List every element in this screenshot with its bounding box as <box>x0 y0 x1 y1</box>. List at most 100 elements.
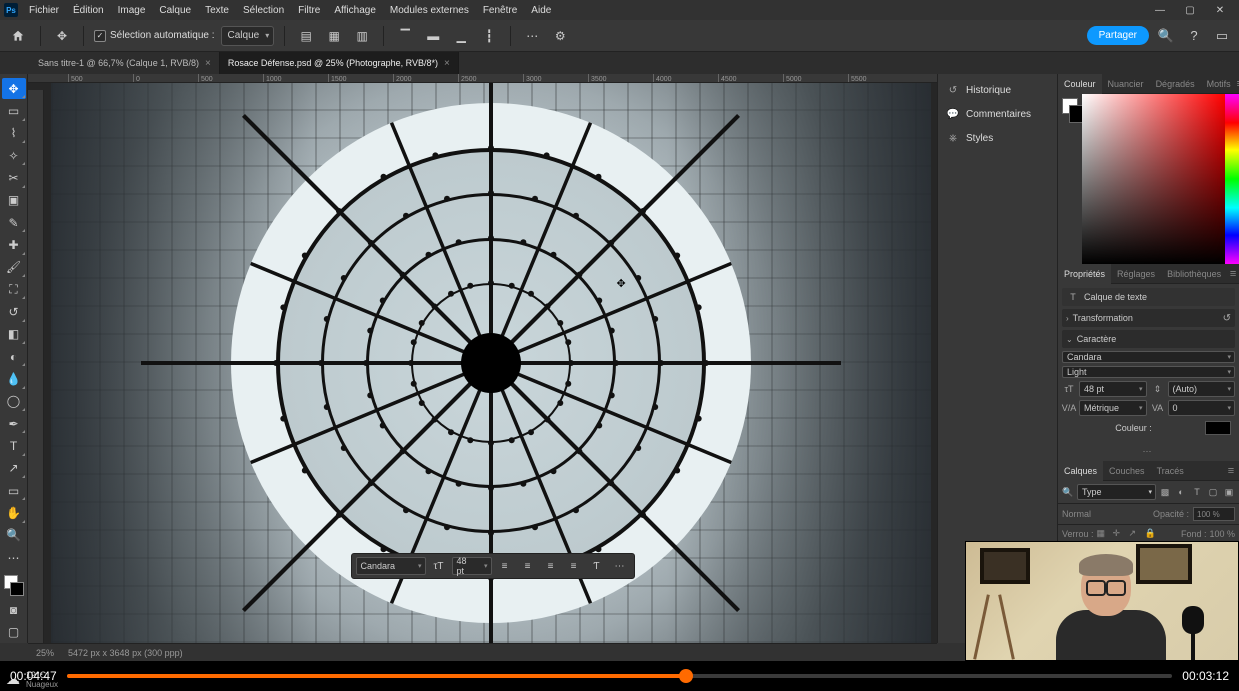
filter-adjust-icon[interactable]: ◐ <box>1174 485 1188 499</box>
panel-menu-icon[interactable]: ≡ <box>1223 465 1239 477</box>
filter-type-icon[interactable]: T <box>1190 485 1204 499</box>
tab-gradients[interactable]: Dégradés <box>1150 74 1201 94</box>
move-tool-icon[interactable]: ✥ <box>51 25 73 47</box>
video-seek-track[interactable] <box>67 674 1173 678</box>
dodge-tool[interactable]: ◯ <box>2 391 26 412</box>
hand-tool[interactable]: ✋ <box>2 502 26 523</box>
tab-swatches[interactable]: Nuancier <box>1102 74 1150 94</box>
ruler-horizontal[interactable]: 500 0 500 1000 1500 2000 2500 3000 3500 … <box>28 74 937 83</box>
text-color-swatch[interactable] <box>1205 421 1231 435</box>
document-tab-1[interactable]: Sans titre-1 @ 66,7% (Calque 1, RVB/8) × <box>30 52 220 74</box>
align-bottom-icon[interactable]: ▁ <box>450 25 472 47</box>
prop-character-section[interactable]: ⌄ Caractère <box>1062 330 1235 348</box>
canvas[interactable]: ✥ Candara τT 48 pt ≡ ≡ ≡ ≡ Ƭ ⋯ <box>51 83 931 643</box>
screenmode-tool[interactable]: ▢ <box>2 622 26 643</box>
prop-transform-section[interactable]: › Transformation ↺ <box>1062 309 1235 327</box>
frame-tool[interactable]: ▣ <box>2 190 26 211</box>
tab-adjustments[interactable]: Réglages <box>1111 264 1161 284</box>
menu-selection[interactable]: Sélection <box>236 5 291 16</box>
panel-menu-icon[interactable]: ≡ <box>1227 268 1239 280</box>
menu-view[interactable]: Affichage <box>327 5 383 16</box>
close-icon[interactable]: × <box>205 58 211 69</box>
tracking-input[interactable]: 0 <box>1168 400 1236 416</box>
zoom-level[interactable]: 25% <box>36 648 54 658</box>
auto-select-checkbox[interactable]: ✓ Sélection automatique : <box>94 30 215 42</box>
blur-tool[interactable]: 💧 <box>2 368 26 389</box>
tab-properties[interactable]: Propriétés <box>1058 264 1111 284</box>
distribute-icon[interactable]: ┇ <box>478 25 500 47</box>
filter-smart-icon[interactable]: ▣ <box>1222 485 1236 499</box>
filter-pixel-icon[interactable]: ▩ <box>1158 485 1172 499</box>
align-left-icon[interactable]: ▤ <box>295 25 317 47</box>
text-warp-icon[interactable]: Ƭ <box>587 556 607 576</box>
zoom-tool[interactable]: 🔍 <box>2 525 26 546</box>
lasso-tool[interactable]: ⌇ <box>2 123 26 144</box>
workspace-icon[interactable]: ▭ <box>1211 25 1233 47</box>
wand-tool[interactable]: ✧ <box>2 145 26 166</box>
align-top-icon[interactable]: ▔ <box>394 25 416 47</box>
menu-help[interactable]: Aide <box>524 5 558 16</box>
hue-slider[interactable] <box>1225 94 1239 264</box>
gradient-tool[interactable]: ◐ <box>2 346 26 367</box>
layer-filter-select[interactable]: Type <box>1077 484 1156 500</box>
history-panel-toggle[interactable]: ↺ Historique <box>938 78 1057 102</box>
window-maximize[interactable]: ▢ <box>1175 0 1205 20</box>
blend-mode-select[interactable]: Normal <box>1062 509 1149 519</box>
saturation-value-picker[interactable] <box>1082 94 1225 264</box>
home-button[interactable] <box>6 24 30 48</box>
menu-text[interactable]: Texte <box>198 5 236 16</box>
opacity-input[interactable]: 100 % <box>1193 507 1235 521</box>
tab-color[interactable]: Couleur <box>1058 74 1102 94</box>
close-icon[interactable]: × <box>444 58 450 69</box>
align-center-h-icon[interactable]: ▦ <box>323 25 345 47</box>
menu-layer[interactable]: Calque <box>152 5 198 16</box>
path-tool[interactable]: ↗ <box>2 458 26 479</box>
menu-filter[interactable]: Filtre <box>291 5 327 16</box>
quickmask-tool[interactable]: ◙ <box>2 599 26 620</box>
more-icon[interactable]: ⋯ <box>610 556 630 576</box>
menu-file[interactable]: Fichier <box>22 5 66 16</box>
align-justify-icon[interactable]: ≡ <box>564 556 584 576</box>
menu-window[interactable]: Fenêtre <box>476 5 524 16</box>
align-right-icon[interactable]: ▥ <box>351 25 373 47</box>
menu-image[interactable]: Image <box>111 5 153 16</box>
align-middle-icon[interactable]: ▬ <box>422 25 444 47</box>
menu-plugins[interactable]: Modules externes <box>383 5 476 16</box>
weather-widget[interactable]: ☁ 19°C Nuageux <box>6 670 58 689</box>
gear-icon[interactable]: ⚙ <box>549 25 571 47</box>
tab-layers[interactable]: Calques <box>1058 461 1103 481</box>
kerning-input[interactable]: Métrique <box>1079 400 1147 416</box>
lock-nested-icon[interactable]: ↗ <box>1129 528 1142 539</box>
eyedropper-tool[interactable]: ✎ <box>2 212 26 233</box>
menu-edit[interactable]: Édition <box>66 5 111 16</box>
history-brush-tool[interactable]: ↺ <box>2 301 26 322</box>
marquee-tool[interactable]: ▭ <box>2 100 26 121</box>
edit-toolbar[interactable]: ⋯ <box>2 547 26 568</box>
font-size-input[interactable]: 48 pt <box>1079 381 1147 397</box>
filter-shape-icon[interactable]: ▢ <box>1206 485 1220 499</box>
background-color[interactable] <box>10 582 24 596</box>
align-center-icon[interactable]: ≡ <box>518 556 538 576</box>
window-minimize[interactable]: — <box>1145 0 1175 20</box>
color-swatches[interactable] <box>2 573 26 598</box>
brush-tool[interactable]: 🖌 <box>2 257 26 278</box>
font-style-input[interactable]: Light <box>1062 366 1235 378</box>
lock-position-icon[interactable]: ✛ <box>1113 528 1126 539</box>
color-mini-swatch[interactable] <box>1058 94 1082 264</box>
share-button[interactable]: Partager <box>1087 26 1149 45</box>
tab-channels[interactable]: Couches <box>1103 461 1151 481</box>
stamp-tool[interactable]: ⛶ <box>2 279 26 300</box>
doc-info[interactable]: 5472 px x 3648 px (300 ppp) <box>68 648 183 658</box>
lock-pixels-icon[interactable]: ▦ <box>1097 528 1110 539</box>
lock-all-icon[interactable]: 🔒 <box>1145 528 1158 539</box>
fill-input[interactable]: 100 % <box>1209 529 1235 539</box>
styles-panel-toggle[interactable]: ⎈ Styles <box>938 126 1057 150</box>
font-family-select[interactable]: Candara <box>356 557 426 575</box>
tab-libraries[interactable]: Bibliothèques <box>1161 264 1227 284</box>
comments-panel-toggle[interactable]: 💬 Commentaires <box>938 102 1057 126</box>
type-tool[interactable]: T <box>2 435 26 456</box>
font-size-select[interactable]: 48 pt <box>452 557 492 575</box>
window-close[interactable]: ✕ <box>1205 0 1235 20</box>
crop-tool[interactable]: ✂ <box>2 167 26 188</box>
tab-patterns[interactable]: Motifs <box>1201 74 1237 94</box>
